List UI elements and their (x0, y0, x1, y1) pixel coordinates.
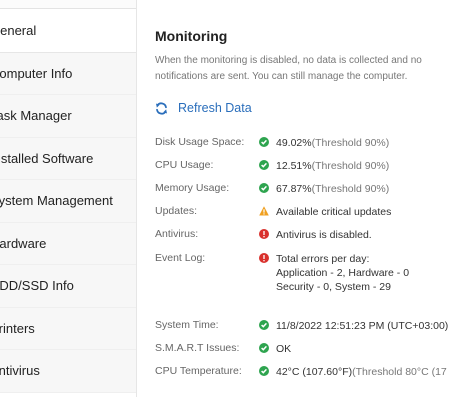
status-value: 42°C (107.60°F) (276, 366, 353, 378)
status-threshold: (Threshold 90%) (311, 183, 390, 195)
monitoring-panel: Monitoring When the monitoring is disabl… (155, 0, 463, 397)
status-value: Antivirus is disabled. (276, 229, 372, 241)
sidebar-item-task-manager[interactable]: Task Manager (0, 95, 136, 138)
sidebar-item-computer-info[interactable]: Computer Info (0, 52, 136, 95)
status-threshold: (Threshold 90%) (311, 160, 390, 172)
error-icon (259, 229, 269, 239)
event-log-line: Security - 0, System - 29 (276, 281, 391, 293)
refresh-icon (155, 101, 168, 115)
error-icon (259, 253, 269, 263)
page-title: Monitoring (155, 28, 228, 44)
status-label: CPU Temperature: (155, 365, 242, 377)
refresh-label: Refresh Data (178, 101, 252, 115)
sidebar-item-general[interactable]: General (0, 10, 136, 53)
status-label: System Time: (155, 319, 219, 331)
monitoring-description: When the monitoring is disabled, no data… (155, 55, 422, 82)
status-value: Available critical updates (276, 206, 392, 218)
status-row-disk-usage: Disk Usage Space: 49.02% (Threshold 90%) (155, 136, 389, 150)
sidebar-item-label: Installed Software (0, 150, 94, 166)
status-value: 67.87% (276, 183, 312, 195)
sidebar-item-hdd-ssd-info[interactable]: HDD/SSD Info (0, 265, 136, 308)
sidebar-item-label: Task Manager (0, 108, 72, 123)
status-row-cpu-usage: CPU Usage: 12.51% (Threshold 90%) (155, 159, 389, 173)
status-label: Antivirus: (155, 228, 199, 240)
status-row-cpu-temperature: CPU Temperature: 42°C (107.60°F) (Thresh… (155, 365, 447, 379)
event-log-line: Application - 2, Hardware - 0 (276, 267, 410, 279)
sidebar-item-label: HDD/SSD Info (0, 278, 74, 293)
event-log-line: Total errors per day: (276, 253, 370, 265)
check-circle-icon (259, 320, 269, 330)
status-value: 12.51% (276, 160, 312, 172)
sidebar-item-hardware[interactable]: Hardware (0, 222, 136, 265)
warning-icon (259, 206, 269, 216)
sidebar-item-label: General (0, 23, 37, 38)
status-row-antivirus: Antivirus: Antivirus is disabled. (155, 228, 372, 242)
check-circle-icon (259, 366, 269, 376)
status-row-updates: Updates: Available critical updates (155, 205, 391, 219)
sidebar-item-printers[interactable]: Printers (0, 307, 136, 350)
status-value: 11/8/2022 12:51:23 PM (UTC+03:00) (276, 320, 449, 332)
sidebar-item-antivirus[interactable]: Antivirus (0, 350, 136, 393)
sidebar: General Computer Info Task Manager Insta… (0, 0, 137, 397)
status-label: S.M.A.R.T Issues: (155, 342, 240, 354)
check-circle-icon (259, 183, 269, 193)
check-circle-icon (259, 137, 269, 147)
status-row-memory-usage: Memory Usage: 67.87% (Threshold 90%) (155, 182, 389, 196)
status-label: Memory Usage: (155, 182, 230, 194)
check-circle-icon (259, 343, 269, 353)
refresh-data-button[interactable]: Refresh Data (155, 101, 252, 115)
sidebar-item-system-management[interactable]: System Management (0, 180, 136, 223)
sidebar-item-label: Antivirus (0, 363, 40, 378)
sidebar-item-label: Computer Info (0, 65, 73, 81)
status-threshold: (Threshold 80°C (17 (352, 366, 447, 378)
check-circle-icon (259, 160, 269, 170)
status-label: CPU Usage: (155, 159, 214, 171)
status-label: Disk Usage Space: (155, 136, 245, 148)
sidebar-item-label: Printers (0, 320, 35, 336)
status-threshold: (Threshold 90%) (311, 137, 390, 149)
status-value: 49.02% (276, 137, 312, 149)
status-label: Updates: (155, 205, 198, 217)
sidebar-top-strip (0, 0, 136, 9)
status-row-system-time: System Time: 11/8/2022 12:51:23 PM (UTC+… (155, 319, 448, 333)
sidebar-item-label: System Management (0, 193, 113, 208)
status-value: OK (276, 343, 292, 355)
status-label: Event Log: (155, 252, 206, 264)
status-row-smart-issues: S.M.A.R.T Issues: OK (155, 342, 291, 356)
sidebar-item-installed-software[interactable]: Installed Software (0, 137, 136, 180)
status-row-event-log: Event Log: Total errors per day: Applica… (155, 252, 409, 294)
sidebar-list: General Computer Info Task Manager Insta… (0, 10, 136, 393)
sidebar-item-label: Hardware (0, 235, 47, 251)
